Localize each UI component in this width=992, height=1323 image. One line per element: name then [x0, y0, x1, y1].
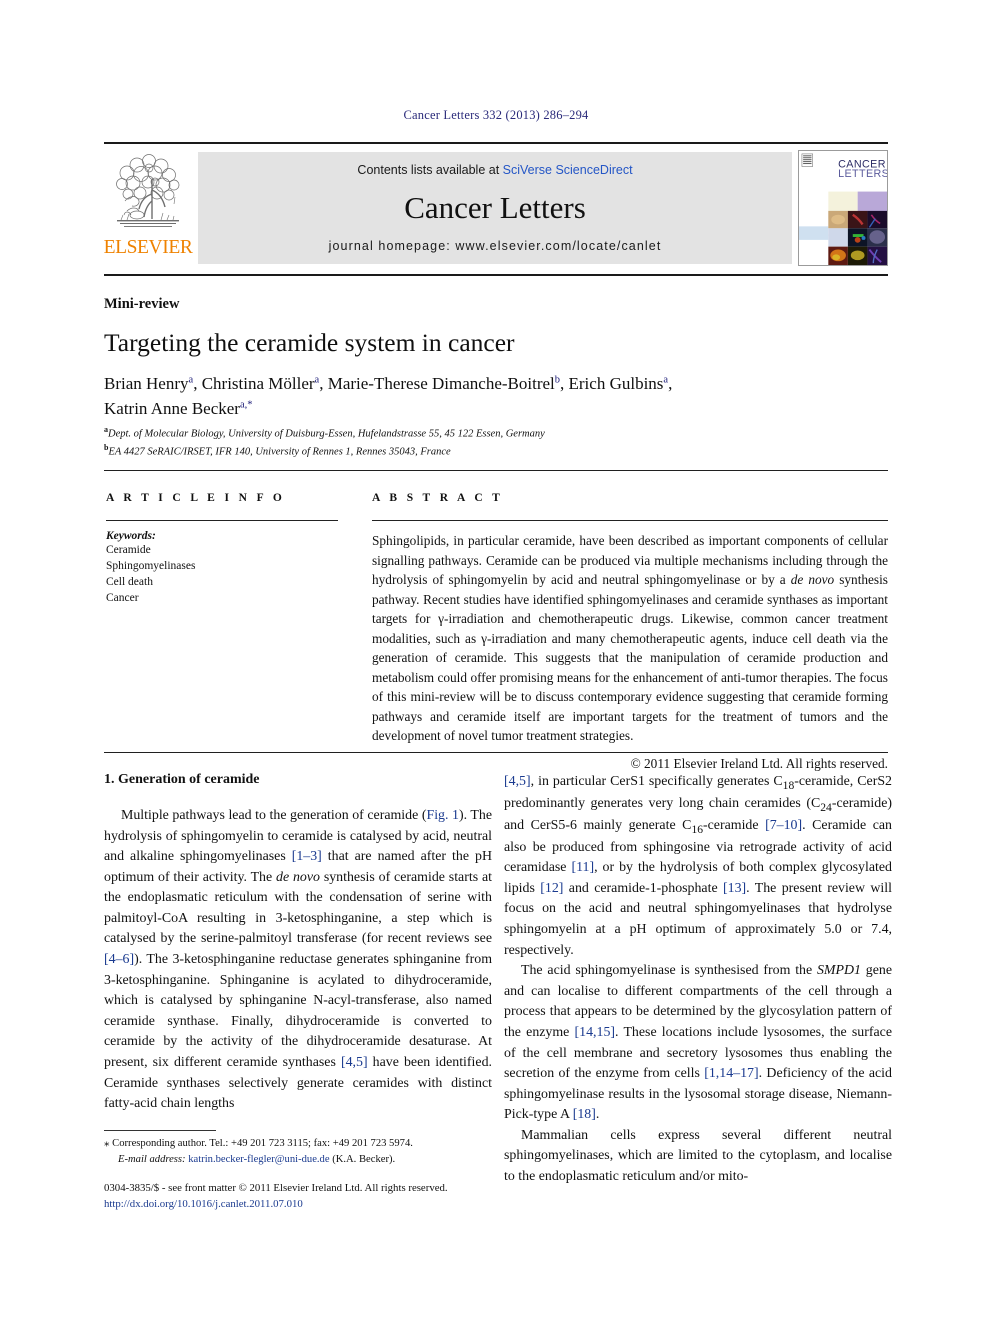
section-heading-1: 1. Generation of ceramide [104, 772, 260, 787]
affiliation-b-text: EA 4427 SeRAIC/IRSET, IFR 140, Universit… [108, 446, 451, 458]
running-head: Cancer Letters 332 (2013) 286–294 [403, 108, 589, 122]
affiliation-b: bEA 4427 SeRAIC/IRSET, IFR 140, Universi… [104, 442, 894, 460]
subscript-16: 16 [691, 822, 704, 836]
elsevier-logo: ELSEVIER [103, 144, 193, 274]
affiliation-a: aDept. of Molecular Biology, University … [104, 424, 894, 442]
paragraph-right-3: Mammalian cells express several differen… [504, 1127, 892, 1184]
body-column-right: [4,5], in particular CerS1 specifically … [504, 772, 892, 1188]
text-run: , in particular CerS1 specifically gener… [530, 774, 783, 789]
citation-link[interactable]: [1,14–17] [704, 1066, 758, 1081]
subscript-24: 24 [820, 800, 832, 814]
corresponding-author-note: ⁎ Corresponding author. Tel.: +49 201 72… [104, 1136, 504, 1167]
authors-line-2: Katrin Anne Beckera,* [104, 399, 253, 418]
citation-link[interactable]: [4–6] [104, 952, 134, 967]
journal-masthead: ELSEVIER Contents lists available at Sci… [104, 142, 888, 276]
keywords-label: Keywords: [106, 530, 156, 542]
elsevier-tree-icon [116, 154, 180, 227]
affiliation-list: aDept. of Molecular Biology, University … [104, 424, 894, 461]
keyword-item: Sphingomyelinases [106, 559, 196, 572]
citation-link[interactable]: [4,5] [504, 774, 531, 789]
abstract-label: A B S T R A C T [372, 492, 504, 504]
article-info-label: A R T I C L E I N F O [106, 492, 286, 504]
journal-homepage-line[interactable]: journal homepage: www.elsevier.com/locat… [329, 239, 662, 253]
italic-gene-name: SMPD1 [816, 963, 861, 979]
text-run: The acid sphingomyelinase is synthesised… [521, 963, 817, 979]
text-run: . [595, 1107, 600, 1123]
subscript-18: 18 [782, 778, 795, 792]
text-run: -ceramide [703, 817, 766, 833]
author-affiliation-marker: a,* [239, 398, 253, 410]
contents-prefix: Contents lists available at [357, 163, 503, 177]
author-affiliation-marker: a [188, 374, 194, 386]
cover-art: CANCER LETTERS [799, 151, 887, 265]
author-affiliation-marker: b [554, 374, 561, 386]
paragraph-right-1: [4,5], in particular CerS1 specifically … [504, 772, 892, 961]
author-affiliation-marker: a [663, 374, 669, 386]
divider-above-body [104, 752, 888, 753]
keyword-item: Cell death [106, 575, 153, 588]
citation-link[interactable]: [11] [571, 860, 594, 875]
elsevier-wordmark: ELSEVIER [103, 237, 193, 258]
affiliation-a-text: Dept. of Molecular Biology, University o… [108, 428, 545, 440]
text-run: ). The 3-ketosphinganine reductase gener… [104, 952, 492, 1070]
author-name: Christina Möller [201, 374, 315, 393]
citation-link[interactable]: [14,15] [575, 1025, 616, 1040]
journal-title: Cancer Letters [404, 189, 586, 225]
abstract-copyright: © 2011 Elsevier Ireland Ltd. All rights … [630, 755, 888, 771]
keyword-item: Cancer [106, 591, 139, 604]
abstract-section: A B S T R A C T Sphingolipids, in partic… [372, 492, 888, 772]
divider-above-info [104, 470, 888, 471]
text-run: Multiple pathways lead to the generation… [121, 808, 427, 823]
abstract-text: Sphingolipids, in particular ceramide, h… [372, 531, 888, 746]
issn-copyright-block: 0304-3835/$ - see front matter © 2011 El… [104, 1180, 574, 1212]
author-name: Marie-Therese Dimanche-Boitrel [327, 374, 555, 393]
citation-link[interactable]: [13] [723, 881, 746, 896]
abstract-divider [372, 520, 888, 521]
page-title: Targeting the ceramide system in cancer [104, 328, 515, 357]
masthead-center-panel: Contents lists available at SciVerse Sci… [198, 152, 792, 264]
paragraph-left-1: Multiple pathways lead to the generation… [104, 806, 492, 1115]
journal-cover-thumbnail: CANCER LETTERS [798, 150, 888, 266]
citation-link[interactable]: [7–10] [765, 818, 802, 833]
email-label: E-mail address: [118, 1153, 186, 1165]
body-column-left: 1. Generation of ceramide Multiple pathw… [104, 772, 492, 1115]
email-suffix: (K.A. Becker). [329, 1153, 396, 1165]
italic-de-novo: de novo [276, 869, 320, 885]
keyword-item: Ceramide [106, 544, 151, 556]
author-name: Brian Henry [104, 374, 189, 393]
article-info-divider [106, 520, 338, 521]
contents-available-line: Contents lists available at SciVerse Sci… [357, 163, 632, 177]
citation-link[interactable]: [4,5] [341, 1055, 368, 1070]
citation-link[interactable]: [18] [573, 1107, 596, 1122]
article-type-label: Mini-review [104, 296, 180, 312]
corresponding-text: Corresponding author. Tel.: +49 201 723 … [109, 1138, 413, 1149]
issn-line: 0304-3835/$ - see front matter © 2011 El… [104, 1182, 448, 1194]
citation-link[interactable]: [1–3] [292, 849, 322, 864]
figure-reference-link[interactable]: Fig. 1 [426, 808, 459, 823]
author-name: Erich Gulbins [568, 374, 664, 393]
abstract-italic-de-novo: de novo [790, 572, 835, 588]
sciencedirect-link[interactable]: SciVerse ScienceDirect [503, 163, 633, 177]
doi-link[interactable]: http://dx.doi.org/10.1016/j.canlet.2011.… [104, 1196, 574, 1212]
email-link[interactable]: katrin.becker-flegler@uni-due.de [188, 1154, 329, 1165]
abstract-part-2: synthesis pathway. Recent studies have i… [372, 572, 888, 744]
author-affiliation-marker: a [314, 374, 320, 386]
footnote-divider [104, 1130, 216, 1131]
paragraph-right-2: The acid sphingomyelinase is synthesised… [504, 961, 892, 1126]
authors-line-1: Brian Henrya, Christina Möllera, Marie-T… [104, 374, 673, 393]
author-name: Katrin Anne Becker [104, 398, 240, 418]
author-list: Brian Henrya, Christina Möllera, Marie-T… [104, 372, 894, 421]
citation-link[interactable]: [12] [540, 881, 563, 896]
text-run: and ceramide-1-phosphate [563, 880, 723, 896]
article-info-section: A R T I C L E I N F O Keywords: Ceramide… [106, 492, 338, 606]
svg-text:LETTERS: LETTERS [838, 168, 887, 180]
article-page: Cancer Letters 332 (2013) 286–294 ELSEVI… [0, 0, 992, 1323]
